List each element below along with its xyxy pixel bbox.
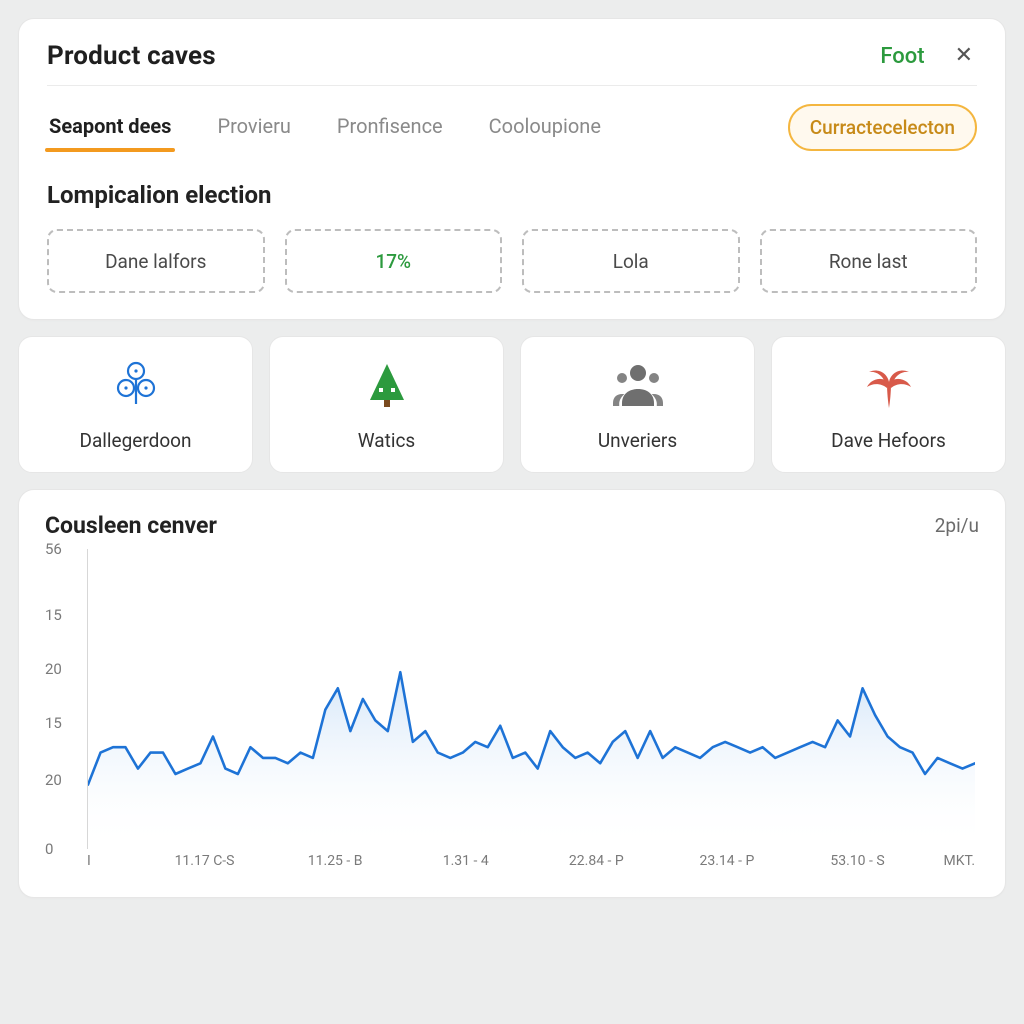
feature-label: Dallegerdoon xyxy=(79,429,191,452)
feature-unveriers[interactable]: Unveriers xyxy=(520,336,755,473)
y-tick: 15 xyxy=(45,714,62,732)
x-tick: I xyxy=(87,853,139,879)
feature-label: Watics xyxy=(358,429,415,452)
option-rone-last[interactable]: Rone last xyxy=(760,229,978,293)
x-tick: 23.14 - P xyxy=(662,853,793,879)
foot-link[interactable]: Foot xyxy=(880,44,924,69)
option-row: Dane lalfors 17% Lola Rone last xyxy=(47,229,977,293)
chart-header: Cousleen cenver 2pi/u xyxy=(45,512,979,539)
option-dane-lalfors[interactable]: Dane lalfors xyxy=(47,229,265,293)
y-tick: 15 xyxy=(45,606,62,624)
option-percent[interactable]: 17% xyxy=(285,229,503,293)
palm-icon xyxy=(866,359,912,411)
people-icon xyxy=(610,359,666,411)
y-tick: 20 xyxy=(45,771,62,789)
tab-bar: Seapont dees Provieru Pronfisence Coolou… xyxy=(47,86,977,151)
tab-curractecelecton[interactable]: Curractecelecton xyxy=(788,104,977,151)
feature-label: Dave Hefoors xyxy=(831,429,946,452)
tab-provieru[interactable]: Provieru xyxy=(215,106,292,150)
feature-label: Unveriers xyxy=(598,429,677,452)
page-title: Product caves xyxy=(47,41,216,71)
x-tick: 11.17 C-S xyxy=(139,853,270,879)
x-tick: 11.25 - B xyxy=(270,853,401,879)
tab-pronfisence[interactable]: Pronfisence xyxy=(335,106,445,150)
section-title: Lompicalion election xyxy=(47,181,977,209)
chart-x-axis: I11.17 C-S11.25 - B1.31 - 422.84 - P23.1… xyxy=(87,853,975,879)
panel-header: Product caves Foot ✕ xyxy=(47,41,977,86)
clover-icon xyxy=(112,359,160,411)
option-lola[interactable]: Lola xyxy=(522,229,740,293)
tree-icon xyxy=(364,359,410,411)
chart-svg xyxy=(88,549,975,849)
chart-meta: 2pi/u xyxy=(935,514,979,537)
chart-plot-area[interactable] xyxy=(87,549,975,849)
feature-watics[interactable]: Watics xyxy=(269,336,504,473)
close-icon[interactable]: ✕ xyxy=(951,41,977,71)
tab-cooloupione[interactable]: Cooloupione xyxy=(487,106,603,150)
y-tick: 0 xyxy=(45,840,53,858)
y-tick: 56 xyxy=(45,540,62,558)
chart-y-axis: 56152015200 xyxy=(45,549,81,849)
x-tick: 22.84 - P xyxy=(531,853,662,879)
feature-dallegerdoon[interactable]: Dallegerdoon xyxy=(18,336,253,473)
header-actions: Foot ✕ xyxy=(880,41,977,71)
chart-body: 56152015200 I11.17 C-S11.25 - B1.31 - 42… xyxy=(45,549,979,879)
y-tick: 20 xyxy=(45,660,62,678)
top-panel: Product caves Foot ✕ Seapont dees Provie… xyxy=(18,18,1006,320)
tab-seapont-dees[interactable]: Seapont dees xyxy=(47,106,173,150)
x-tick: 53.10 - S xyxy=(792,853,923,879)
feature-dave-hefoors[interactable]: Dave Hefoors xyxy=(771,336,1006,473)
chart-panel: Cousleen cenver 2pi/u 56 15 20 15 20 0 I11.17… xyxy=(18,489,1006,898)
feature-row: Dallegerdoon Watics xyxy=(18,336,1006,473)
x-tick: MKT. xyxy=(923,853,975,879)
x-tick: 1.31 - 4 xyxy=(400,853,531,879)
chart-title: Cousleen cenver xyxy=(45,512,217,539)
